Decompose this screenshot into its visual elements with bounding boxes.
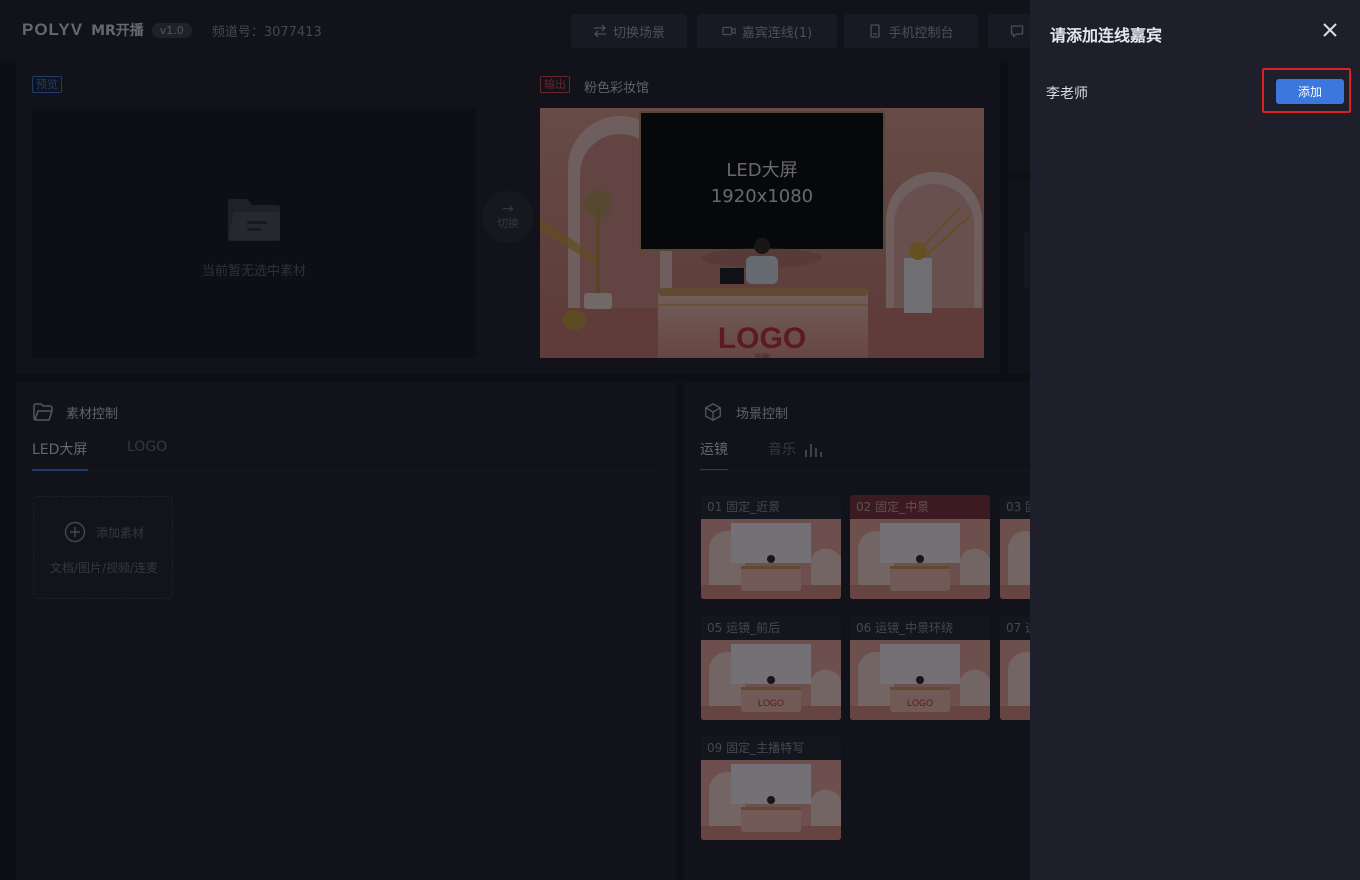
scene-thumb-image [850,519,990,599]
scene-thumb-image: LOGO [701,640,841,720]
close-icon[interactable] [1320,20,1340,40]
output-title: 粉色彩妆馆 [584,81,650,96]
material-control-label: 素材控制 [66,406,119,422]
empty-preview-text: 当前暂无选中素材 [201,264,306,279]
scene-thumb[interactable]: 01 固定_近景 [701,495,841,599]
scene-control-panel: 场景控制 运镜 音乐 01 固定_近景 02 固定_中景 03 固 05 运镜_前后 L… [684,382,1030,880]
brand: POLYV MR开播 v1.0 频道号：3077413 [22,20,322,40]
scene-thumb-logo: LOGO [758,698,784,708]
scene-control-title: 场景控制 [702,402,788,422]
desk-sub: 示例 [754,352,770,358]
scene-control-label: 场景控制 [736,406,789,422]
scene-thumb[interactable]: 03 固 [1000,495,1030,599]
tablet-icon [870,24,881,38]
led-screen-line2: 1920x1080 [711,186,813,207]
scene-thumb-label: 09 固定_主播特写 [701,736,841,760]
guest-name: 李老师 [1046,86,1088,102]
equalizer-icon [805,444,822,457]
scene-thumb[interactable]: 09 固定_主播特写 [701,736,841,840]
chat-icon [1010,25,1024,38]
tab-music[interactable]: 音乐 [768,439,822,459]
mobile-console-button[interactable]: 手机控制台 [844,14,978,48]
add-material-card[interactable]: 添加素材 文档/图片/视频/连麦 [33,496,173,599]
add-material-types: 文档/图片/视频/连麦 [49,561,159,575]
tab-camera-moves[interactable]: 运镜 [700,439,728,459]
preview-output-panel: 预览 当前暂无选中素材 → 切换 输出 粉色彩妆馆 LED大屏 1920x108… [16,60,1000,374]
material-control-title: 素材控制 [32,402,118,422]
scene-thumb-label: 03 固 [1000,495,1030,519]
scene-tabs-divider [700,470,1030,471]
empty-folder-icon [228,199,280,241]
app-name: MR开播 [91,23,144,39]
mobile-console-label: 手机控制台 [888,25,954,41]
scene-thumb-image [701,519,841,599]
scene-thumb[interactable]: 06 运镜_中景环绕 LOGO [850,616,990,720]
scene-thumb-label: 02 固定_中景 [850,495,990,519]
scene-thumb-label: 05 运镜_前后 [701,616,841,640]
guest-connect-label: 嘉宾连线(1) [741,25,813,41]
video-camera-icon [722,26,736,36]
scene-thumb-label: 07 运 [1000,616,1030,640]
output-tag: 输出 [540,76,570,93]
drawer-title: 请添加连线嘉宾 [1050,26,1163,45]
guest-connect-button[interactable]: 嘉宾连线(1) [697,14,837,48]
led-screen-line1: LED大屏 [726,160,797,181]
output-video[interactable]: LED大屏 1920x1080 LOGO 示例 [540,108,984,358]
add-material-row: 添加素材 [34,521,174,543]
scene-thumb-image [1000,640,1030,720]
tab-music-label: 音乐 [768,442,796,458]
add-guest-drawer: 请添加连线嘉宾 李老师 添加 [1030,0,1360,880]
chat-button[interactable] [988,14,1030,48]
folder-open-icon [33,403,54,421]
add-material-label: 添加素材 [95,525,144,540]
switch-label: 切换 [497,217,519,230]
cube-icon [705,403,721,421]
scene-thumb-image: LOGO [850,640,990,720]
preview-area[interactable]: 当前暂无选中素材 [32,108,476,358]
scene-thumb[interactable]: 05 运镜_前后 LOGO [701,616,841,720]
switch-scene-label: 切换场景 [612,25,665,41]
version-badge: v1.0 [151,22,192,38]
material-control-panel: 素材控制 LED大屏 LOGO 添加素材 文档/图片/视频/连麦 [16,382,676,880]
swap-icon [593,24,606,38]
scene-thumb-image [1000,519,1030,599]
channel-number: 频道号：3077413 [211,24,322,40]
tab-logo[interactable]: LOGO [127,439,167,455]
desk-logo: LOGO [718,322,806,355]
scene-thumb-label: 06 运镜_中景环绕 [850,616,990,640]
arrow-right-icon: → [502,201,514,217]
scene-thumb-image [701,760,841,840]
switch-scene-button[interactable]: 切换场景 [571,14,687,48]
tabs-divider [32,470,660,471]
brand-logo: POLYV [22,20,84,39]
scene-thumb-logo: LOGO [907,698,933,708]
scene-thumb-label: 01 固定_近景 [701,495,841,519]
tab-led-screen[interactable]: LED大屏 [32,439,87,459]
add-guest-button[interactable]: 添加 [1276,79,1344,104]
switch-button[interactable]: → 切换 [482,191,534,243]
plus-circle-icon [64,521,86,543]
scene-thumb[interactable]: 07 运 [1000,616,1030,720]
scene-thumb[interactable]: 02 固定_中景 [850,495,990,599]
studio-scene: LED大屏 1920x1080 LOGO 示例 [540,108,984,358]
active-tab-indicator [32,469,88,471]
preview-tag: 预览 [32,76,62,93]
